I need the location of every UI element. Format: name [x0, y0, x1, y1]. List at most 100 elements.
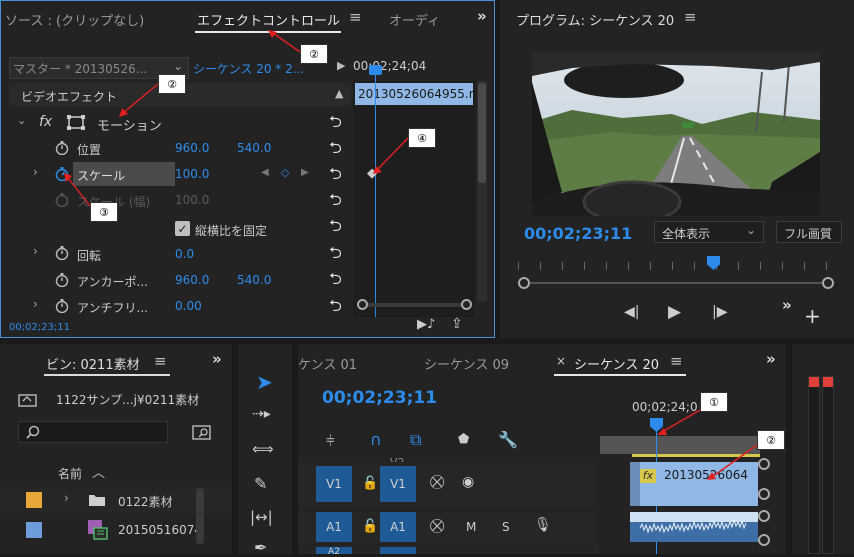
ripple-edit-tool-icon[interactable]: ⟺ — [252, 440, 274, 458]
tab-sequence-09[interactable]: シーケンス 09 — [424, 354, 509, 373]
mini-timeline[interactable] — [353, 81, 475, 317]
prev-keyframe-icon[interactable]: ◀ — [261, 167, 269, 178]
track-select-tool-icon[interactable]: ⇢▸ — [252, 406, 271, 422]
reset-icon[interactable]: ⮌ — [329, 268, 342, 295]
tab-sequence-01[interactable]: ケンス 01 — [298, 354, 357, 373]
panel-menu-icon[interactable]: ≡ — [670, 352, 683, 370]
tab-source[interactable]: ソース : (クリップなし) — [5, 10, 144, 29]
play-clip-icon[interactable]: ▶ — [337, 59, 345, 72]
track-height-handle[interactable] — [758, 488, 770, 500]
zoom-handle-left[interactable] — [357, 299, 368, 310]
expand-chevron-icon[interactable]: › — [64, 491, 69, 505]
collapse-chevron-icon[interactable]: ⌄ — [17, 114, 26, 127]
position-x-value[interactable]: 960.0 — [175, 141, 209, 155]
reset-icon[interactable]: ⮌ — [329, 137, 342, 164]
more-controls-icon[interactable]: » — [782, 296, 792, 314]
more-tabs-icon[interactable]: » — [766, 350, 776, 368]
anchor-y-value[interactable]: 540.0 — [237, 273, 271, 287]
mini-scrollbar-thumb[interactable] — [478, 83, 486, 183]
collapse-triangle-icon[interactable]: ▲ — [335, 87, 343, 100]
time-ruler[interactable] — [600, 436, 760, 454]
scale-value[interactable]: 100.0 — [175, 167, 209, 181]
track-target-a2[interactable] — [380, 547, 416, 554]
video-frame[interactable] — [532, 52, 820, 216]
razor-tool-icon[interactable]: ✎ — [254, 474, 267, 493]
lock-icon[interactable]: 🔓 — [362, 476, 378, 491]
chevron-down-icon[interactable]: ⌄ — [173, 59, 183, 73]
transform-icon[interactable] — [67, 115, 87, 131]
tab-audio[interactable]: オーディ — [389, 10, 440, 29]
track-height-handle[interactable] — [758, 510, 770, 522]
scrub-handle-right[interactable] — [822, 277, 834, 289]
step-forward-icon[interactable]: |▶ — [712, 304, 727, 320]
lock-icon[interactable]: 🔓 — [362, 519, 378, 534]
mute-button[interactable]: M — [466, 520, 476, 534]
reset-icon[interactable]: ⮌ — [329, 111, 342, 138]
name-column-header[interactable]: 名前 — [58, 465, 82, 482]
sort-ascending-icon[interactable]: ︿ — [92, 462, 105, 481]
track-height-handle[interactable] — [758, 458, 770, 470]
chevron-down-icon[interactable]: ⌄ — [746, 223, 756, 237]
tab-sequence-20[interactable]: シーケンス 20 — [574, 354, 659, 373]
mini-zoom-slider[interactable] — [359, 303, 471, 307]
mini-playhead-head[interactable] — [369, 65, 382, 75]
step-back-icon[interactable]: ◀| — [624, 304, 639, 320]
timeline-timecode[interactable]: 00;02;23;11 — [322, 388, 437, 408]
label-color-swatch[interactable] — [26, 492, 42, 508]
source-patch-a2[interactable]: A2 — [316, 547, 352, 554]
scrub-bar[interactable] — [524, 282, 828, 284]
more-tabs-icon[interactable]: » — [477, 7, 487, 25]
eye-icon[interactable]: ◉ — [462, 474, 474, 490]
reset-icon[interactable]: ⮌ — [329, 189, 342, 216]
source-patch-v1[interactable]: V1 — [316, 466, 352, 502]
sequence-label[interactable]: シーケンス 20 * 2... — [193, 60, 304, 77]
track-height-handle[interactable] — [758, 534, 770, 546]
reset-icon[interactable]: ⮌ — [329, 215, 342, 242]
marker-icon[interactable]: ⬟ — [458, 432, 469, 447]
panel-menu-icon[interactable]: ≡ — [154, 352, 167, 370]
mini-playhead-line[interactable] — [375, 69, 376, 317]
wrench-icon[interactable]: 🔧 — [498, 430, 518, 449]
stopwatch-icon[interactable] — [55, 299, 69, 313]
play-icon[interactable]: ▶ — [668, 302, 681, 322]
sync-lock-icon[interactable]: ⛒ — [430, 474, 444, 490]
clip-indicator[interactable] — [823, 377, 833, 387]
track-target-v1[interactable]: V1 — [380, 466, 416, 502]
more-tabs-icon[interactable]: » — [212, 350, 222, 368]
rotation-value[interactable]: 0.0 — [175, 247, 194, 261]
clip-indicator[interactable] — [809, 377, 819, 387]
audio-clip[interactable] — [630, 512, 758, 542]
export-icon[interactable]: ⇪ — [451, 316, 463, 332]
panel-menu-icon[interactable]: ≡ — [349, 8, 362, 26]
expand-chevron-icon[interactable]: › — [33, 165, 38, 179]
search-input[interactable] — [18, 421, 168, 443]
snap-icon[interactable]: ⫩ — [326, 432, 335, 450]
tab-effect-controls[interactable]: エフェクトコントロール — [197, 10, 340, 29]
program-timecode[interactable]: 00;02;23;11 — [524, 224, 632, 243]
add-keyframe-icon[interactable]: ◇ — [281, 166, 289, 179]
find-icon[interactable] — [192, 423, 212, 441]
position-y-value[interactable]: 540.0 — [237, 141, 271, 155]
source-patch-a1[interactable]: A1 — [316, 512, 352, 542]
antiflicker-value[interactable]: 0.00 — [175, 299, 202, 313]
reset-icon[interactable]: ⮌ — [329, 242, 342, 269]
fx-toggle[interactable]: fx — [39, 114, 52, 130]
track-target-a1[interactable]: A1 — [380, 512, 416, 542]
slip-tool-icon[interactable]: |↔| — [250, 508, 273, 526]
zoom-handle-right[interactable] — [461, 299, 472, 310]
expand-chevron-icon[interactable]: › — [33, 297, 38, 311]
stopwatch-icon[interactable] — [55, 141, 69, 155]
up-folder-icon[interactable] — [18, 390, 38, 408]
expand-chevron-icon[interactable]: › — [33, 244, 38, 258]
selection-tool-icon[interactable]: ➤ — [256, 370, 273, 394]
pen-tool-icon[interactable]: ✒ — [254, 538, 267, 557]
scrub-handle-left[interactable] — [518, 277, 530, 289]
anchor-x-value[interactable]: 960.0 — [175, 273, 209, 287]
microphone-icon[interactable]: 🎙 — [534, 517, 552, 533]
stopwatch-icon[interactable] — [55, 246, 69, 260]
stopwatch-icon[interactable] — [55, 273, 69, 287]
next-keyframe-icon[interactable]: ▶ — [301, 167, 309, 178]
close-icon[interactable]: × — [556, 354, 566, 368]
linked-selection-icon[interactable]: ⧉ — [410, 430, 421, 450]
keyframe-diamond-icon[interactable]: ◆ — [367, 166, 377, 181]
